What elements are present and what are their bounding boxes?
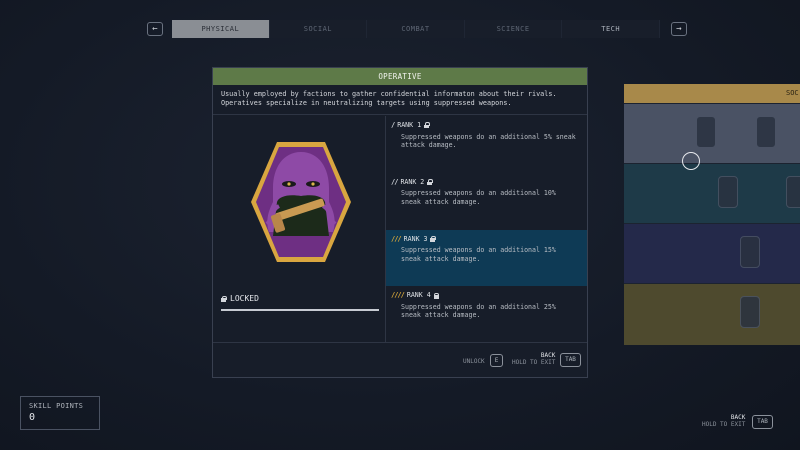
- skill-title: OPERATIVE: [213, 68, 587, 85]
- rank-pips-icon: ///: [391, 234, 402, 243]
- rank-pips-icon: //: [391, 177, 399, 186]
- cursor-ring-icon: [682, 152, 700, 170]
- skill-tile[interactable]: [786, 176, 800, 208]
- rank-2-row[interactable]: //RANK 2 Suppressed weapons do an additi…: [386, 173, 587, 230]
- skill-tier-3: [624, 223, 800, 283]
- skill-tile[interactable]: [696, 116, 716, 148]
- back-key-button[interactable]: TAB: [560, 353, 581, 367]
- lock-icon: [427, 179, 433, 185]
- lock-icon: [221, 295, 227, 302]
- skill-points-label: SKILL POINTS: [29, 402, 84, 410]
- skill-tier-2: [624, 163, 800, 223]
- skill-tree-preview: SOC: [624, 84, 800, 346]
- rank-title: RANK 2: [400, 177, 425, 186]
- skill-tier-1: [624, 103, 800, 163]
- lock-icon: [433, 292, 440, 299]
- arrow-right-icon: →: [676, 24, 682, 34]
- back-label: BACK: [540, 352, 556, 359]
- tab-physical[interactable]: PHYSICAL: [172, 20, 270, 38]
- skill-tier-4: [624, 283, 800, 345]
- global-back-hint: BACK HOLD TO EXIT: [702, 414, 745, 428]
- rank-pips-icon: /: [391, 121, 395, 129]
- rank-title: RANK 3: [403, 234, 428, 243]
- side-category-header: SOC: [624, 84, 800, 103]
- rank-description: Suppressed weapons do an additional 5% s…: [401, 132, 576, 150]
- skill-description: Usually employed by factions to gather c…: [213, 85, 587, 115]
- unlock-label: UNLOCK: [463, 358, 485, 365]
- rank-3-row[interactable]: ///RANK 3 Suppressed weapons do an addit…: [386, 229, 587, 287]
- lock-icon: [430, 235, 436, 242]
- lock-status: LOCKED: [221, 294, 259, 303]
- rank-1-row[interactable]: / RANK 1 Suppressed weapons do an additio…: [386, 116, 587, 173]
- global-back-key-button[interactable]: TAB: [752, 415, 773, 429]
- global-hold-label: HOLD TO EXIT: [702, 421, 746, 428]
- skill-tile[interactable]: [718, 176, 738, 208]
- tab-social[interactable]: SOCIAL: [270, 20, 368, 38]
- skill-points-value: 0: [29, 412, 36, 423]
- arrow-left-icon: ←: [152, 24, 158, 34]
- lock-status-label: LOCKED: [230, 294, 259, 303]
- skill-tile[interactable]: [740, 236, 760, 268]
- skill-tile[interactable]: [740, 296, 760, 328]
- panel-footer: UNLOCK E BACK HOLD TO EXIT TAB: [213, 342, 587, 377]
- hold-to-exit-label: HOLD TO EXIT: [512, 359, 556, 366]
- operative-badge-icon: [251, 142, 351, 262]
- rank-list: / RANK 1 Suppressed weapons do an additio…: [386, 116, 587, 343]
- rank-description: Suppressed weapons do an additional 25% …: [401, 302, 556, 320]
- rank-description: Suppressed weapons do an additional 15% …: [401, 246, 556, 263]
- rank-title: RANK 4: [406, 291, 431, 300]
- skill-detail-panel: OPERATIVE Usually employed by factions t…: [212, 67, 588, 378]
- back-hint: BACK HOLD TO EXIT: [512, 352, 555, 366]
- rank-title: RANK 1: [397, 121, 422, 129]
- next-category-button[interactable]: →: [671, 22, 687, 36]
- rank-pips-icon: ////: [391, 291, 405, 300]
- global-back-label: BACK: [730, 414, 746, 421]
- category-tabs: PHYSICAL SOCIAL COMBAT SCIENCE TECH: [172, 20, 660, 38]
- rank-4-row[interactable]: ////RANK 4 Suppressed weapons do an addi…: [386, 286, 587, 343]
- prev-category-button[interactable]: ←: [147, 22, 163, 36]
- skill-points-box: SKILL POINTS 0: [20, 396, 100, 430]
- tab-tech[interactable]: TECH: [562, 20, 660, 38]
- skill-tile[interactable]: [756, 116, 776, 148]
- rank-progress-bar: [221, 309, 379, 311]
- skill-badge-area: LOCKED: [213, 116, 386, 343]
- tab-combat[interactable]: COMBAT: [367, 20, 465, 38]
- tab-science[interactable]: SCIENCE: [465, 20, 563, 38]
- unlock-key-button[interactable]: E: [490, 354, 503, 367]
- lock-icon: [424, 122, 430, 129]
- rank-description: Suppressed weapons do an additional 10% …: [401, 189, 556, 206]
